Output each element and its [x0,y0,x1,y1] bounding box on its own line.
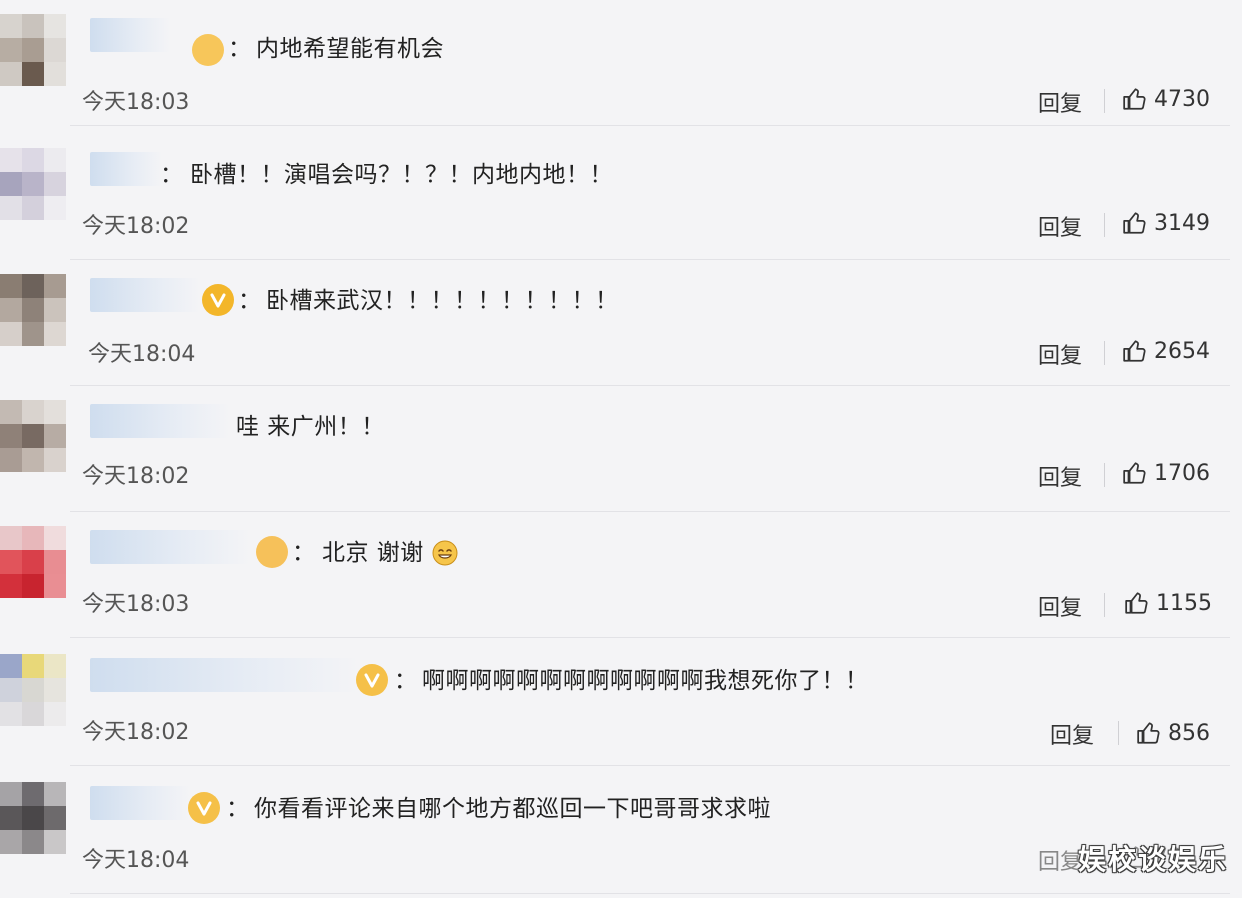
reply-button[interactable]: 回复 [1038,844,1082,876]
avatar[interactable] [0,782,66,854]
divider [1118,721,1119,745]
verified-badge-icon [256,536,288,568]
comment-separator: ： [226,796,250,822]
like-count: 3149 [1154,210,1210,236]
like-button[interactable]: 4730 [1122,86,1210,112]
like-button[interactable]: 3149 [1122,210,1210,236]
thumbs-up-icon [1123,212,1146,234]
comment-row: ： 北京 谢谢 今天18:03 回复 1155 [0,512,1242,638]
like-button[interactable]: 1155 [1124,590,1212,616]
comment-text: 北京 谢谢 [322,540,424,566]
comment-row: ： 你看看评论来自哪个地方都巡回一下吧哥哥求求啦 今天18:04 回复 73 [0,768,1242,894]
watermark: 娱校谈娱乐 [1077,843,1228,876]
like-count: 4730 [1154,86,1210,112]
avatar[interactable] [0,274,66,346]
verified-badge-icon [202,284,234,316]
verified-badge-icon [192,34,224,66]
username-blurred[interactable] [90,18,170,52]
comment-text: 啊啊啊啊啊啊啊啊啊啊啊啊我想死你了！！ [422,668,869,694]
comment-row: ： 卧槽来武汉！！！！！！！！！！ 今天18:04 回复 2654 [0,260,1242,386]
comment-row: 哇 来广州！！ 今天18:02 回复 1706 [0,386,1242,512]
like-count: 2654 [1154,338,1210,364]
verified-badge-icon [356,664,388,696]
comment-time: 今天18:02 [82,464,190,489]
divider [1104,463,1105,487]
comment-separator: ： [394,668,418,694]
comment-separator: ： [292,540,316,566]
comment-separator: ： [238,288,262,314]
like-button[interactable]: 1706 [1122,460,1210,486]
row-divider [70,125,1230,126]
avatar[interactable] [0,14,66,86]
comment-separator: ： [228,36,252,62]
divider [1104,213,1105,237]
reply-button[interactable]: 回复 [1038,590,1082,622]
divider [1104,89,1105,113]
smile-emoji-icon [432,540,458,566]
comment-text: 卧槽来武汉！！！！！！！！！！ [266,288,619,314]
username-blurred[interactable] [90,530,250,564]
reply-button[interactable]: 回复 [1050,718,1094,750]
avatar[interactable] [0,148,66,220]
username-blurred[interactable] [90,658,360,692]
like-count: 856 [1168,720,1210,746]
reply-button[interactable]: 回复 [1038,460,1082,492]
username-blurred[interactable] [90,786,190,820]
verified-badge-icon [188,792,220,824]
comment-time: 今天18:04 [88,342,196,367]
comment-row: ： 内地希望能有机会 今天18:03 回复 4730 [0,0,1242,126]
divider [1104,341,1105,365]
avatar[interactable] [0,654,66,726]
comment-list: ： 内地希望能有机会 今天18:03 回复 4730 ： 卧槽！！演唱会吗？！？… [0,0,1242,898]
divider [1104,593,1105,617]
thumbs-up-icon [1137,722,1160,744]
thumbs-up-icon [1123,462,1146,484]
thumbs-up-icon [1123,88,1146,110]
comment-time: 今天18:02 [82,214,190,239]
row-divider [70,637,1230,638]
comment-text: 你看看评论来自哪个地方都巡回一下吧哥哥求求啦 [254,796,771,822]
like-button[interactable]: 2654 [1122,338,1210,364]
username-blurred[interactable] [90,278,200,312]
like-count: 1155 [1156,590,1212,616]
thumbs-up-icon [1125,592,1148,614]
avatar[interactable] [0,400,66,472]
comment-row: ： 啊啊啊啊啊啊啊啊啊啊啊啊我想死你了！！ 今天18:02 回复 856 [0,640,1242,766]
reply-button[interactable]: 回复 [1038,338,1082,370]
username-blurred[interactable] [90,404,230,438]
like-count: 1706 [1154,460,1210,486]
reply-button[interactable]: 回复 [1038,210,1082,242]
comment-text: 哇 来广州！！ [236,414,385,440]
comment-time: 今天18:03 [82,592,190,617]
row-divider [70,765,1230,766]
comment-time: 今天18:02 [82,720,190,745]
comment-text: 卧槽！！演唱会吗？！？！内地内地！！ [190,162,613,188]
comment-time: 今天18:04 [82,848,190,873]
thumbs-up-icon [1123,340,1146,362]
username-blurred[interactable] [90,152,162,186]
reply-button[interactable]: 回复 [1038,86,1082,118]
comment-row: ： 卧槽！！演唱会吗？！？！内地内地！！ 今天18:02 回复 3149 [0,134,1242,260]
comment-text: 内地希望能有机会 [256,36,444,62]
row-divider [70,893,1230,894]
comment-separator: ： [160,162,184,188]
avatar[interactable] [0,526,66,598]
like-button[interactable]: 856 [1136,720,1210,746]
comment-time: 今天18:03 [82,90,190,115]
